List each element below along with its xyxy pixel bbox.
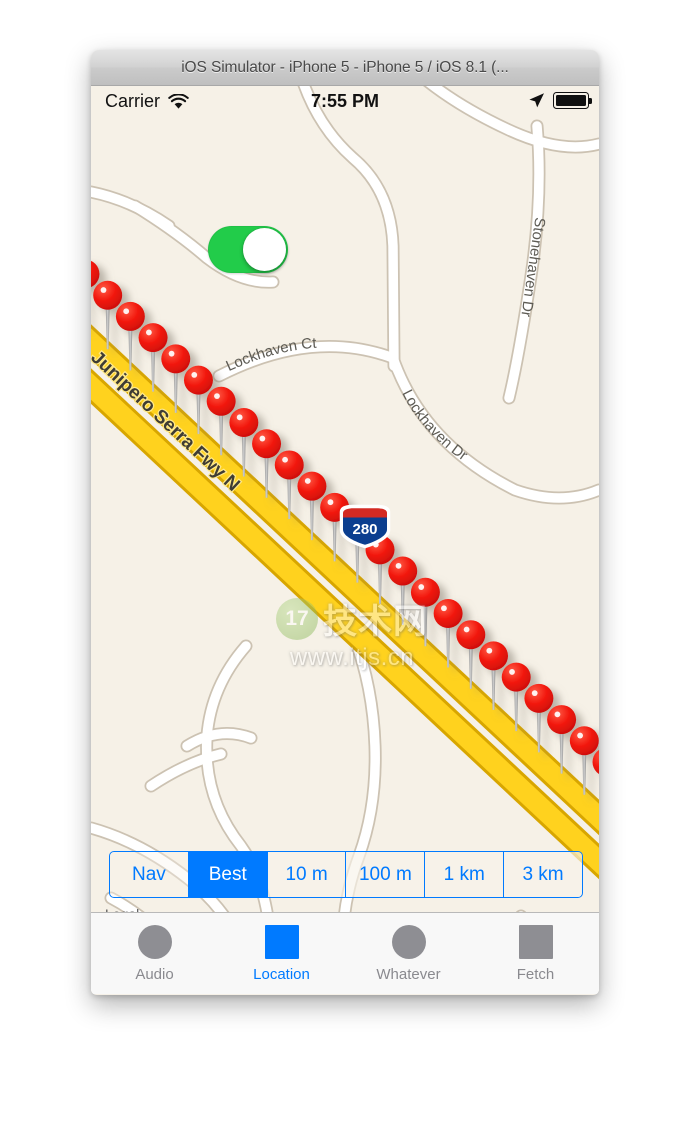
square-icon <box>264 925 299 959</box>
segment-10m[interactable]: 10 m <box>266 852 346 897</box>
highway-shield-280: 280 <box>339 504 391 549</box>
tab-label-location: Location <box>253 966 310 983</box>
segment-100m[interactable]: 100 m <box>345 852 425 897</box>
tab-label-audio: Audio <box>135 966 174 983</box>
tab-location[interactable]: Location <box>218 913 345 994</box>
tab-fetch[interactable]: Fetch <box>472 913 599 994</box>
ios-simulator-window: iOS Simulator - iPhone 5 - iPhone 5 / iO… <box>91 50 599 995</box>
circle-icon <box>137 925 172 959</box>
accuracy-segmented-control[interactable]: Nav Best 10 m 100 m 1 km 3 km <box>109 851 583 898</box>
segment-best[interactable]: Best <box>187 852 267 897</box>
tab-audio[interactable]: Audio <box>91 913 218 994</box>
tab-bar: Audio Location Whatever Fetch <box>91 912 599 994</box>
location-tracking-toggle[interactable] <box>208 226 288 273</box>
tab-whatever[interactable]: Whatever <box>345 913 472 994</box>
device-screen: Lockhaven Ct Lockhaven Dr Stonehaven Dr … <box>91 86 599 994</box>
tab-label-fetch: Fetch <box>516 966 555 983</box>
screenshot-root: iOS Simulator - iPhone 5 - iPhone 5 / iO… <box>0 0 690 1121</box>
square-icon <box>518 925 553 959</box>
circle-icon <box>391 925 426 959</box>
tab-label-whatever: Whatever <box>376 966 441 983</box>
segment-3km[interactable]: 3 km <box>503 852 582 897</box>
toggle-knob <box>243 228 286 271</box>
window-title: iOS Simulator - iPhone 5 - iPhone 5 / iO… <box>181 58 509 76</box>
segment-nav[interactable]: Nav <box>110 852 188 897</box>
window-title-bar[interactable]: iOS Simulator - iPhone 5 - iPhone 5 / iO… <box>91 50 599 86</box>
svg-text:280: 280 <box>352 521 377 538</box>
segment-1km[interactable]: 1 km <box>424 852 504 897</box>
